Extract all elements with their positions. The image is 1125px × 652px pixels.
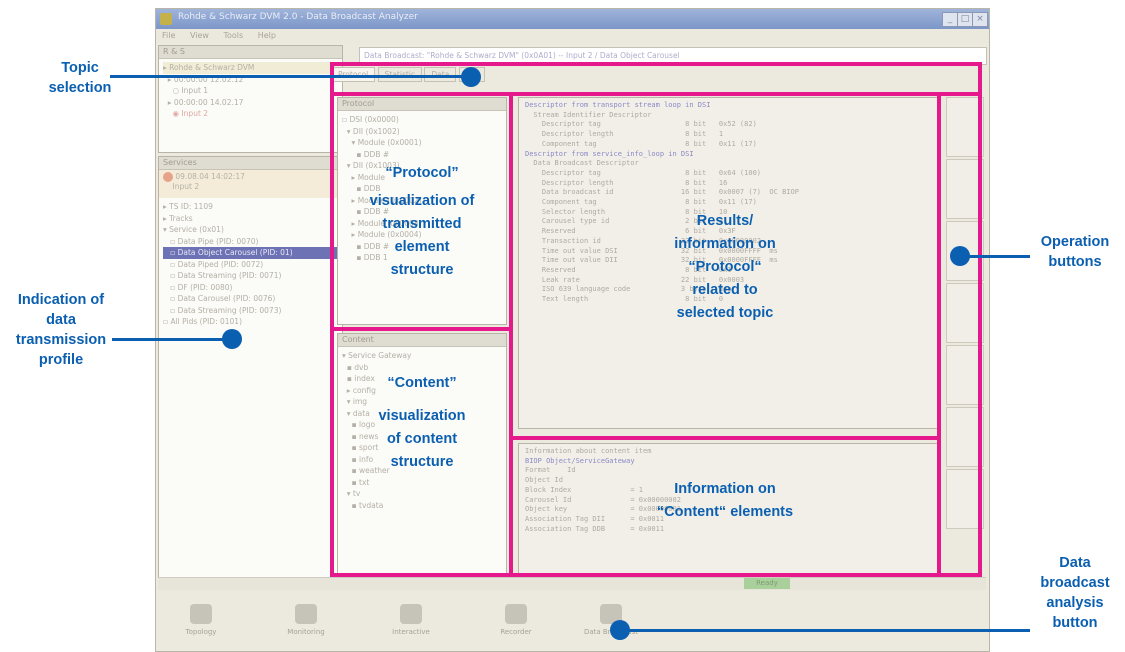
title-bar: Rohde & Schwarz DVM 2.0 - Data Broadcast… xyxy=(156,9,989,29)
topic-selection-label: Topic selection xyxy=(48,60,112,96)
topology-icon xyxy=(190,604,212,624)
close-button[interactable]: × xyxy=(972,12,988,27)
data-transmission-connector xyxy=(112,338,234,341)
data-transmission-marker xyxy=(222,329,242,349)
content-info-label: Information on “Content“ elements xyxy=(656,481,794,520)
topic-selection-marker xyxy=(461,67,481,87)
interactive-button[interactable]: Interactive xyxy=(376,604,446,636)
menu-help[interactable]: Help xyxy=(258,31,276,40)
topic-selection-connector xyxy=(110,75,470,78)
minimize-button[interactable]: _ xyxy=(942,12,958,27)
tree-item[interactable]: ▫ Data Streaming (PID: 0071) xyxy=(163,270,342,282)
monitoring-icon xyxy=(295,604,317,624)
menu-file[interactable]: File xyxy=(162,31,175,40)
recorder-icon xyxy=(505,604,527,624)
tree-item[interactable]: ▾ Service (0x01) xyxy=(163,224,342,236)
topic-panel: R & S ▸ Rohde & Schwarz DVM ▸ 00:00:00 1… xyxy=(158,45,343,153)
status-bar: Ready xyxy=(158,577,986,590)
topic-tree: ▸ Rohde & Schwarz DVM ▸ 00:00:00 12.02.1… xyxy=(159,59,342,120)
tree-item[interactable]: ○ Input 1 xyxy=(163,85,342,97)
app-icon xyxy=(160,13,172,25)
data-broadcast-button-label: Data broadcast analysis button xyxy=(1040,555,1110,631)
menu-bar: File View Tools Help xyxy=(156,29,989,43)
tree-item-selected[interactable]: ◉ Input 2 xyxy=(163,108,342,120)
recorder-button[interactable]: Recorder xyxy=(481,604,551,636)
operation-buttons-connector xyxy=(960,255,1030,258)
data-broadcast-connector xyxy=(620,629,1030,632)
operation-buttons-marker xyxy=(950,246,970,266)
tree-item[interactable]: ▫ Data Carousel (PID: 0076) xyxy=(163,293,342,305)
content-visualization-label: “Content” visualization of content struc… xyxy=(378,375,466,470)
services-tree: ▸ TS ID: 1109 ▸ Tracks ▾ Service (0x01) … xyxy=(159,198,342,328)
menu-tools[interactable]: Tools xyxy=(223,31,243,40)
results-label: Results/ information on “Protocol“ relat… xyxy=(674,213,776,321)
warning-icon xyxy=(163,172,173,182)
protocol-visualization-label: “Protocol” visualization of transmitted … xyxy=(369,165,475,278)
tree-item[interactable]: ▸ Rohde & Schwarz DVM xyxy=(163,62,342,74)
interactive-icon xyxy=(400,604,422,624)
input-status-item[interactable]: 09.08.04 14:02:17 Input 2 xyxy=(159,170,342,198)
data-broadcast-marker xyxy=(610,620,630,640)
operation-buttons-label: Operation buttons xyxy=(1040,234,1110,270)
tree-item[interactable]: ▸ 00:00:00 14.02.17 xyxy=(163,97,342,109)
monitoring-button[interactable]: Monitoring xyxy=(271,604,341,636)
tree-item[interactable]: ▫ Data Streaming (PID: 0073) xyxy=(163,305,342,317)
tree-item[interactable]: ▫ Data Piped (PID: 0072) xyxy=(163,259,342,271)
maximize-button[interactable]: □ xyxy=(957,12,973,27)
status-text: Ready xyxy=(744,578,790,589)
data-transmission-label: Indication of data transmission profile xyxy=(15,292,107,368)
operation-buttons-frame xyxy=(937,92,982,577)
tree-item[interactable]: ▫ Data Pipe (PID: 0070) xyxy=(163,236,342,248)
tree-item-selected[interactable]: ▫ Data Object Carousel (PID: 01) xyxy=(163,247,342,259)
topic-panel-header: R & S xyxy=(159,46,342,59)
menu-view[interactable]: View xyxy=(190,31,209,40)
tree-item[interactable]: ▸ TS ID: 1109 xyxy=(163,201,342,213)
tree-item[interactable]: ▸ Tracks xyxy=(163,213,342,225)
window-title: Rohde & Schwarz DVM 2.0 - Data Broadcast… xyxy=(178,12,418,22)
services-panel-header: Services xyxy=(159,157,342,170)
topic-tabs-frame xyxy=(330,62,982,96)
tree-item[interactable]: ▫ DF (PID: 0080) xyxy=(163,282,342,294)
tree-item[interactable]: ▫ All Pids (PID: 0101) xyxy=(163,316,342,328)
topology-button[interactable]: Topology xyxy=(166,604,236,636)
services-panel: Services 09.08.04 14:02:17 Input 2 ▸ TS … xyxy=(158,156,343,590)
